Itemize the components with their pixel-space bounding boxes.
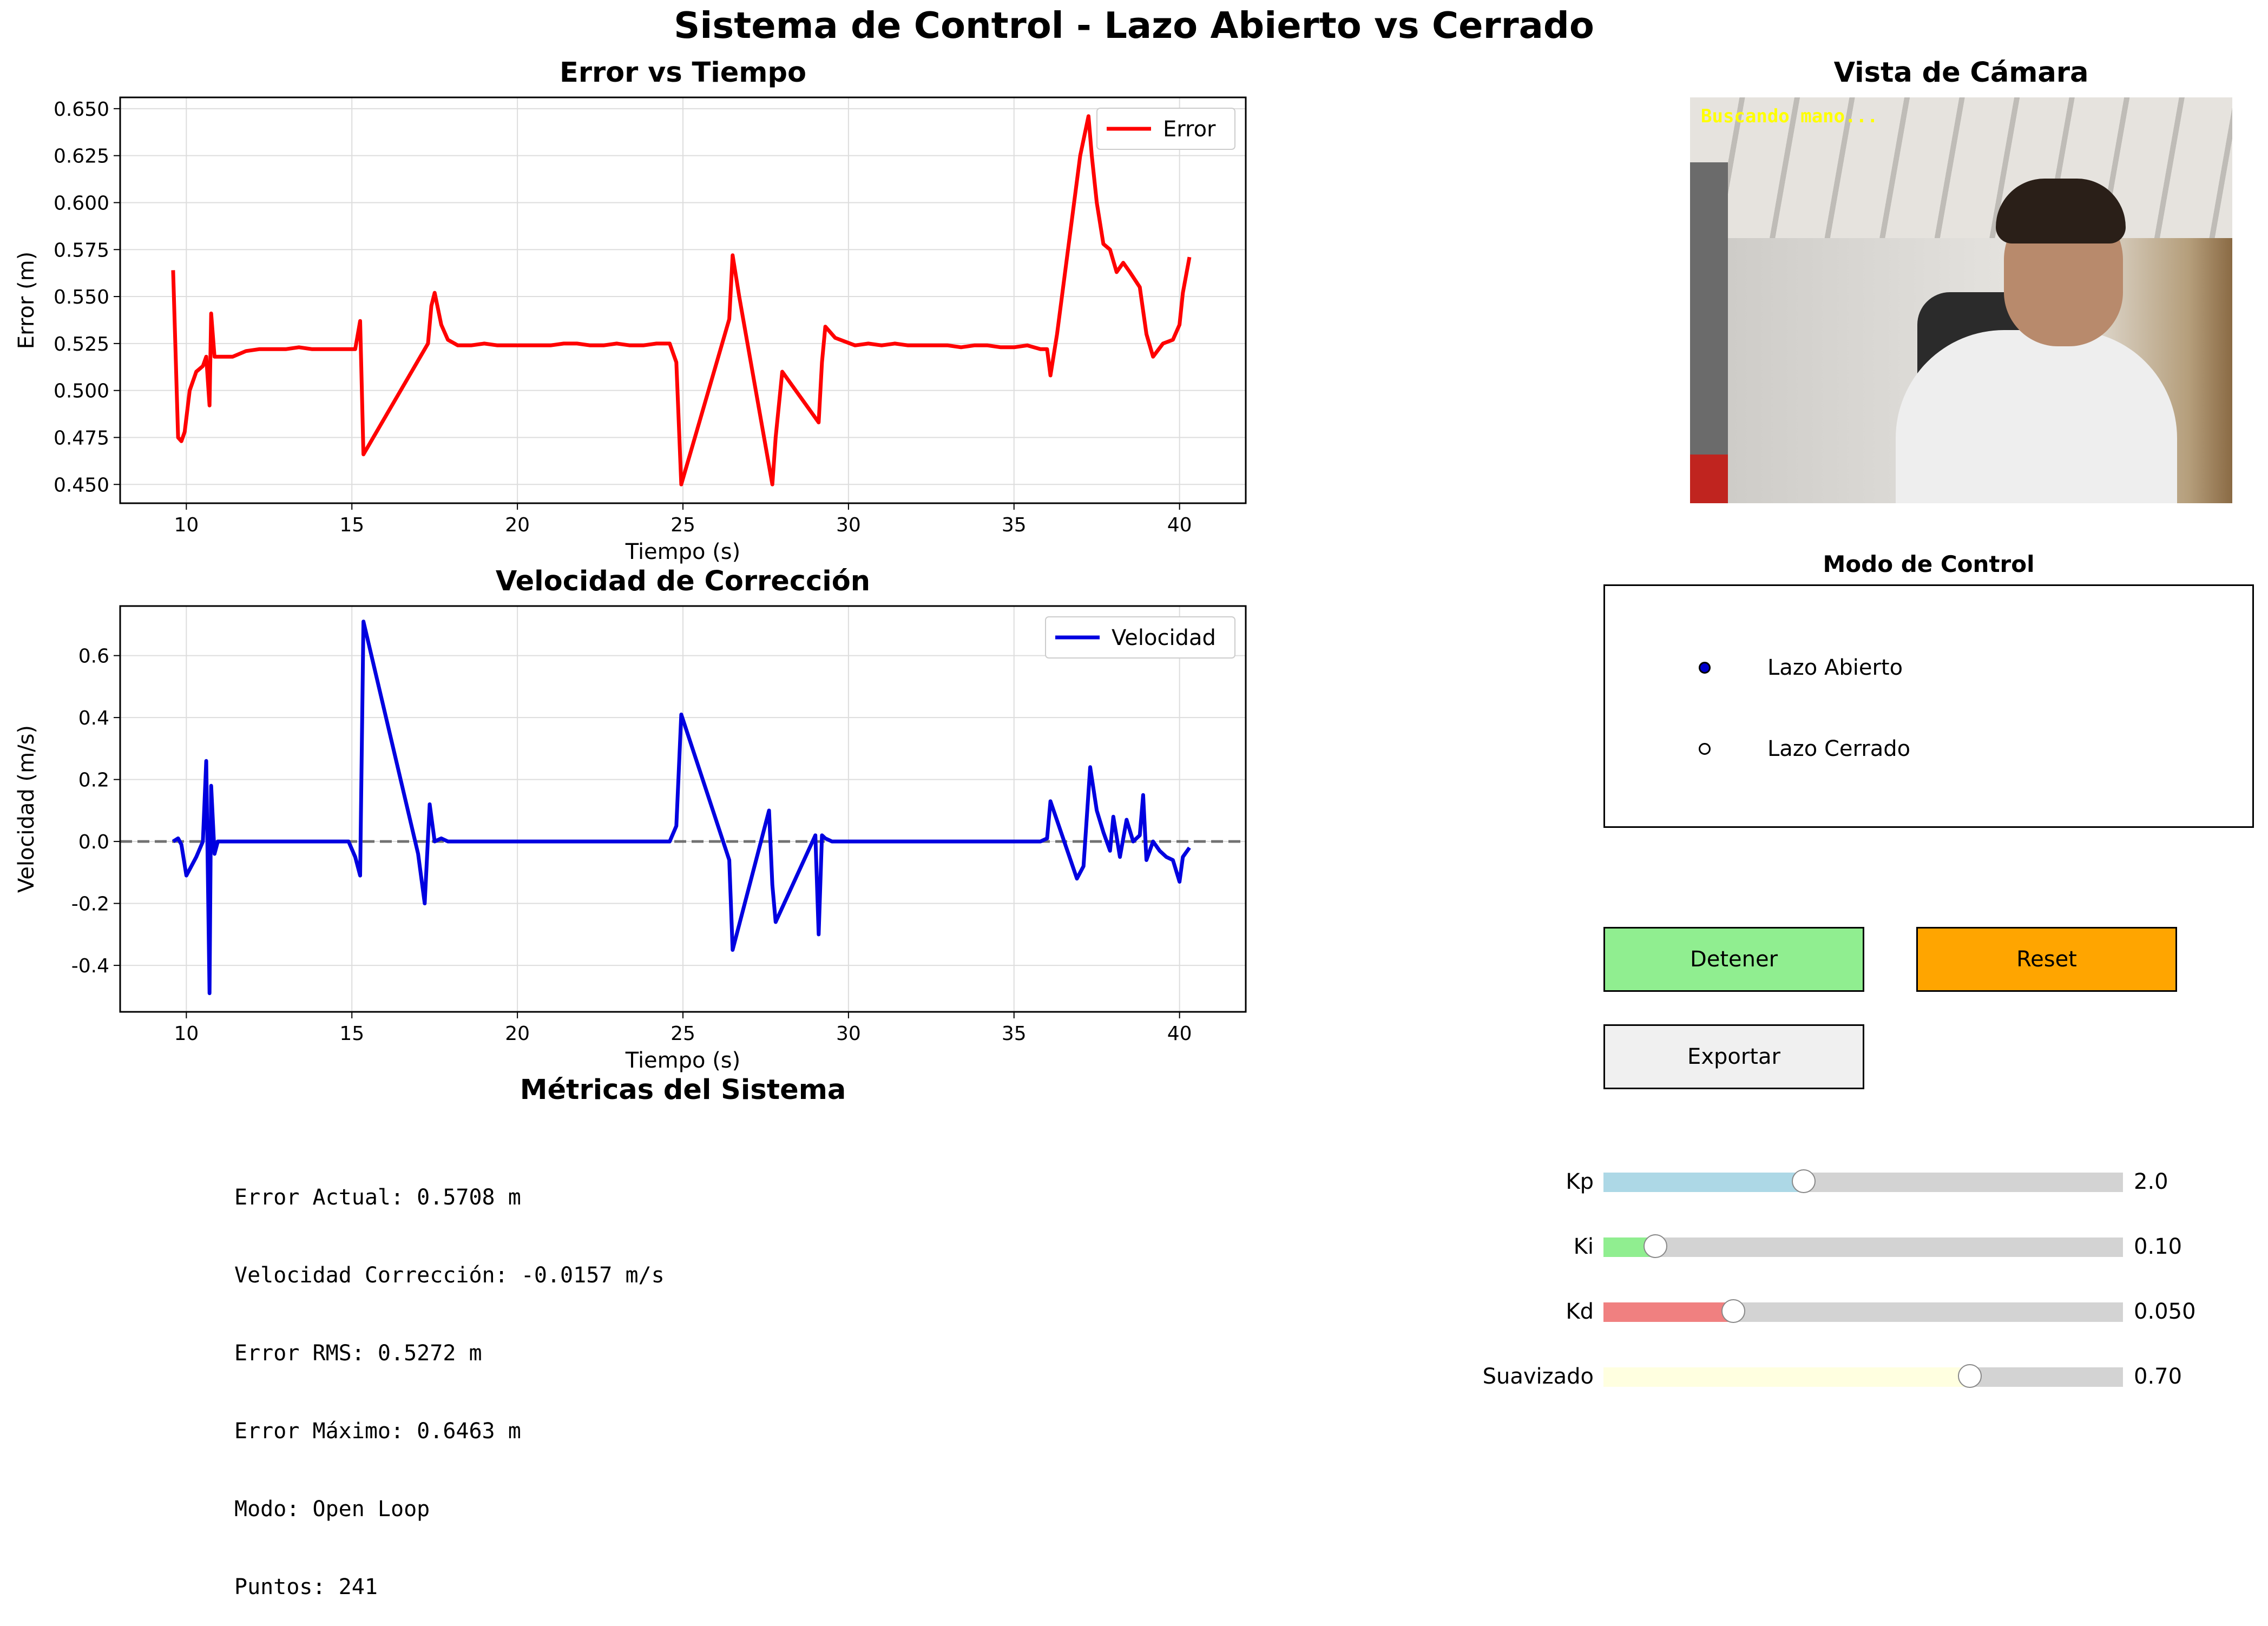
slider-kp[interactable]: Kp 2.0: [1566, 1169, 2253, 1194]
velocity-xtick-label: 20: [505, 1023, 530, 1045]
metric-line: Error Actual: 0.5708 m: [234, 1185, 521, 1210]
radio-open-loop[interactable]: Lazo Abierto: [1605, 652, 2256, 684]
velocity-series-line: [172, 620, 1191, 996]
slider-kd-handle[interactable]: [1721, 1299, 1745, 1323]
slider-kd[interactable]: Kd 0.050: [1566, 1299, 2253, 1324]
velocity-xtick-label: 25: [670, 1023, 695, 1045]
camera-title: Vista de Cámara: [1833, 57, 2089, 89]
metric-line: Velocidad Corrección: -0.0157 m/s: [234, 1263, 665, 1288]
slider-kd-track[interactable]: [1603, 1302, 2123, 1322]
slider-ki-value: 0.10: [2134, 1234, 2182, 1259]
velocity-xlabel: Tiempo (s): [625, 1048, 741, 1073]
velocity-ytick-label: 0.0: [78, 831, 109, 853]
slider-smoothing-handle[interactable]: [1957, 1364, 1982, 1388]
camera-view: Buscando mano...: [1690, 97, 2232, 503]
camera-status-text: Buscando mano...: [1701, 106, 1878, 127]
metrics-title: Métricas del Sistema: [520, 1074, 846, 1106]
radio-open-loop-dot[interactable]: [1699, 662, 1711, 674]
radio-closed-loop[interactable]: Lazo Cerrado: [1605, 733, 2256, 766]
velocity-ytick-label: 0.6: [78, 646, 109, 668]
radio-closed-loop-dot[interactable]: [1699, 743, 1711, 755]
velocity-xtick-label: 35: [1002, 1023, 1027, 1045]
mode-radio-group: Lazo Abierto Lazo Cerrado: [1603, 584, 2254, 828]
slider-smoothing-track[interactable]: [1603, 1367, 2123, 1387]
velocity-ytick-label: 0.4: [78, 707, 109, 729]
camera-mug: [1690, 455, 1728, 503]
metric-line: Error RMS: 0.5272 m: [234, 1341, 482, 1366]
velocity-xtick-label: 10: [174, 1023, 199, 1045]
slider-smoothing-value: 0.70: [2134, 1364, 2182, 1389]
metric-line: Modo: Open Loop: [234, 1497, 430, 1522]
slider-ki-track[interactable]: [1603, 1237, 2123, 1257]
slider-ki-label: Ki: [1573, 1234, 1594, 1259]
mode-title: Modo de Control: [1823, 551, 2035, 577]
camera-door: [1690, 162, 1728, 503]
slider-kp-value: 2.0: [2134, 1169, 2168, 1194]
velocity-ytick-label: -0.4: [71, 955, 109, 977]
slider-kd-value: 0.050: [2134, 1299, 2196, 1324]
slider-kp-label: Kp: [1566, 1169, 1594, 1194]
slider-ki[interactable]: Ki 0.10: [1574, 1234, 2253, 1259]
velocity-xtick-label: 40: [1167, 1023, 1192, 1045]
export-button[interactable]: Exportar: [1603, 1024, 1864, 1089]
velocity-legend-label: Velocidad: [1112, 626, 1216, 650]
camera-person-hair: [1996, 179, 2126, 243]
velocity-xtick-label: 15: [339, 1023, 364, 1045]
metric-line: Error Máximo: 0.6463 m: [234, 1419, 521, 1444]
radio-closed-loop-label: Lazo Cerrado: [1767, 736, 1911, 761]
velocity-xtick-label: 30: [836, 1023, 861, 1045]
stop-button[interactable]: Detener: [1603, 927, 1864, 992]
velocity-ytick-label: 0.2: [78, 769, 109, 792]
slider-kd-fill: [1603, 1302, 1733, 1322]
metrics-text: Error Actual: 0.5708 m Velocidad Correcc…: [234, 1133, 665, 1626]
velocity-ytick-label: -0.2: [71, 893, 109, 916]
slider-smoothing-label: Suavizado: [1482, 1364, 1594, 1389]
slider-smoothing[interactable]: Suavizado 0.70: [1483, 1364, 2253, 1389]
radio-open-loop-label: Lazo Abierto: [1767, 655, 1903, 680]
slider-kd-label: Kd: [1566, 1299, 1594, 1324]
metric-line: Puntos: 241: [234, 1575, 378, 1599]
slider-ki-handle[interactable]: [1644, 1234, 1667, 1258]
velocity-ylabel: Velocidad (m/s): [14, 725, 39, 893]
camera-person-body: [1896, 330, 2177, 503]
slider-kp-handle[interactable]: [1791, 1169, 1816, 1193]
slider-smoothing-fill: [1603, 1367, 1970, 1387]
slider-kp-track[interactable]: [1603, 1173, 2123, 1192]
reset-button[interactable]: Reset: [1916, 927, 2177, 992]
slider-kp-fill: [1603, 1173, 1804, 1192]
